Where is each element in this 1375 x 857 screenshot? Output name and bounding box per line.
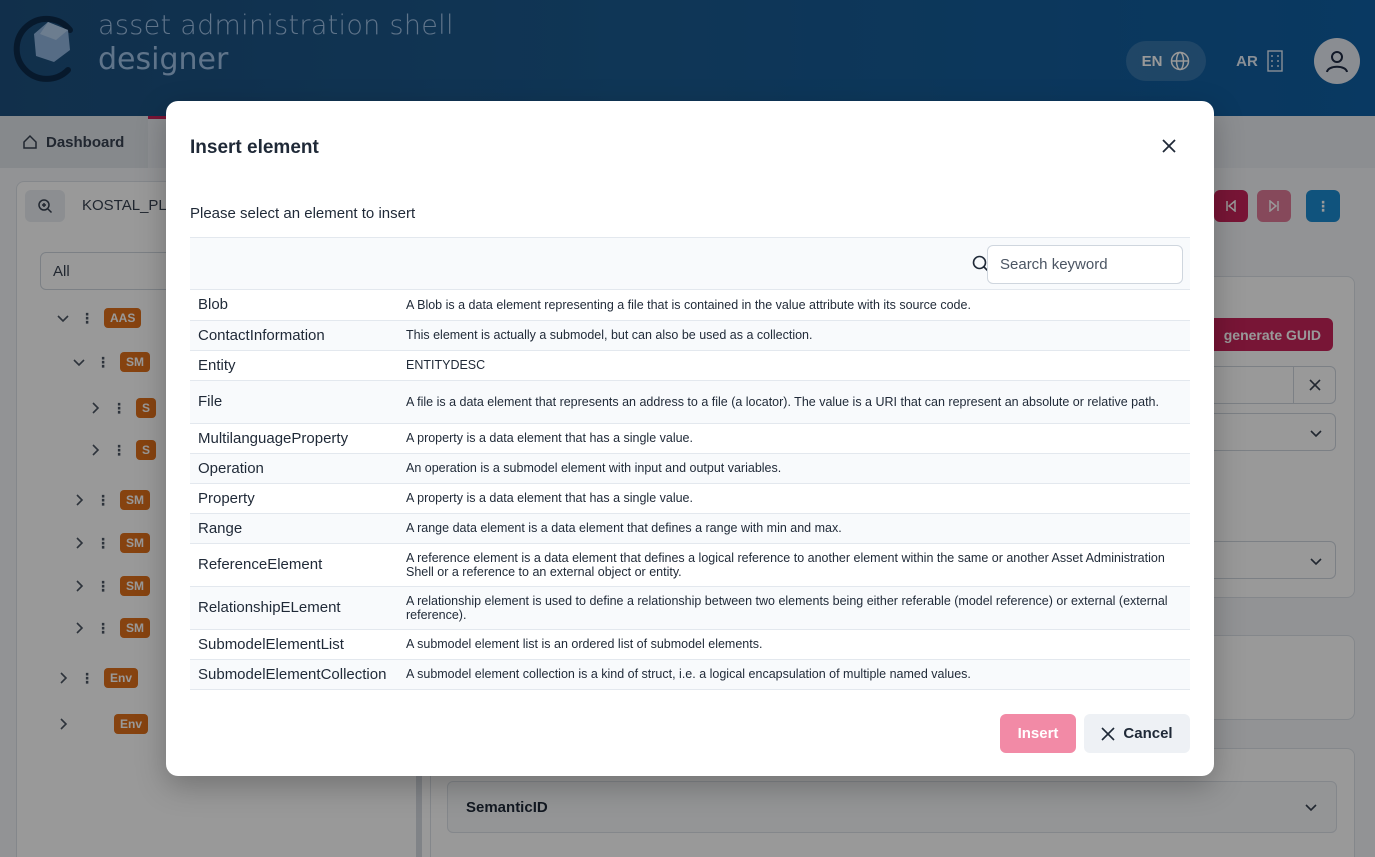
table-row[interactable]: File A file is a data element that repre…: [190, 380, 1190, 424]
element-description: A relationship element is used to define…: [406, 586, 1190, 630]
element-description: A range data element is a data element t…: [406, 513, 1190, 544]
element-table: Blob A Blob is a data element representi…: [190, 237, 1190, 690]
element-name: Property: [190, 483, 406, 514]
element-description: A reference element is a data element th…: [406, 543, 1190, 587]
element-description: A property is a data element that has a …: [406, 483, 1190, 514]
cancel-button[interactable]: Cancel: [1084, 714, 1190, 753]
element-description: A Blob is a data element representing a …: [406, 290, 1190, 321]
element-description: A property is a data element that has a …: [406, 423, 1190, 454]
table-header: [190, 237, 1190, 290]
table-row[interactable]: Entity ENTITYDESC: [190, 350, 1190, 381]
table-row[interactable]: ContactInformation This element is actua…: [190, 320, 1190, 351]
element-description: ENTITYDESC: [406, 350, 1190, 381]
cancel-label: Cancel: [1123, 725, 1173, 742]
element-name: Operation: [190, 453, 406, 484]
table-row[interactable]: SubmodelElementCollection A submodel ele…: [190, 659, 1190, 690]
dialog-subtitle: Please select an element to insert: [190, 205, 416, 222]
element-name: RelationshipELement: [190, 586, 406, 630]
close-dialog-button[interactable]: [1158, 135, 1180, 157]
insert-button[interactable]: Insert: [1000, 714, 1076, 753]
element-name: ReferenceElement: [190, 543, 406, 587]
table-row[interactable]: Operation An operation is a submodel ele…: [190, 453, 1190, 484]
element-description: This element is actually a submodel, but…: [406, 320, 1190, 351]
table-row[interactable]: SubmodelElementList A submodel element l…: [190, 629, 1190, 660]
table-row[interactable]: Range A range data element is a data ele…: [190, 513, 1190, 544]
element-description: A submodel element list is an ordered li…: [406, 629, 1190, 660]
element-name: Entity: [190, 350, 406, 381]
table-row[interactable]: ReferenceElement A reference element is …: [190, 543, 1190, 587]
search-input[interactable]: [987, 245, 1183, 284]
close-icon: [1162, 139, 1176, 153]
element-name: File: [190, 380, 406, 424]
element-name: ContactInformation: [190, 320, 406, 351]
element-list: Blob A Blob is a data element representi…: [190, 290, 1190, 690]
element-name: Range: [190, 513, 406, 544]
element-name: SubmodelElementList: [190, 629, 406, 660]
dialog-title: Insert element: [190, 137, 319, 158]
close-icon: [1101, 726, 1115, 741]
table-row[interactable]: MultilanguageProperty A property is a da…: [190, 423, 1190, 454]
element-description: A file is a data element that represents…: [406, 380, 1190, 424]
element-name: Blob: [190, 290, 406, 321]
element-name: MultilanguageProperty: [190, 423, 406, 454]
element-name: SubmodelElementCollection: [190, 659, 406, 690]
table-row[interactable]: Blob A Blob is a data element representi…: [190, 290, 1190, 321]
element-description: An operation is a submodel element with …: [406, 453, 1190, 484]
table-row[interactable]: Property A property is a data element th…: [190, 483, 1190, 514]
table-row[interactable]: RelationshipELement A relationship eleme…: [190, 586, 1190, 630]
insert-element-dialog: Insert element Please select an element …: [166, 101, 1214, 776]
element-description: A submodel element collection is a kind …: [406, 659, 1190, 690]
